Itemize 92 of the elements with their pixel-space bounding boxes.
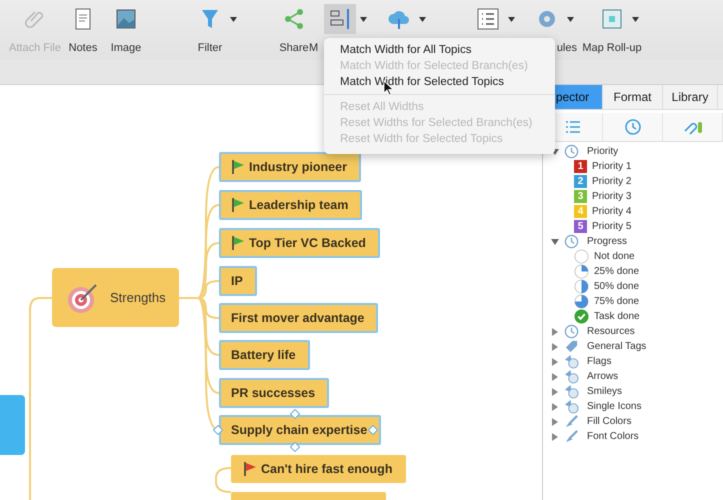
markers-tab[interactable]: [603, 113, 663, 141]
group-label[interactable]: Priority: [587, 146, 618, 157]
stack-icon: [564, 399, 579, 414]
connector-line: [215, 467, 232, 493]
stack-icon: [564, 384, 579, 399]
topic-node[interactable]: Can't hire fast enough: [231, 455, 406, 483]
topic-node[interactable]: Supply chain expertise: [219, 415, 382, 445]
marker-label[interactable]: 25% done: [594, 266, 640, 277]
resize-handle[interactable]: [368, 425, 378, 435]
list-icon: [564, 120, 580, 134]
share-icon: [282, 7, 306, 31]
priority-badge: 5: [574, 220, 587, 233]
marker-label[interactable]: Priority 1: [592, 161, 632, 172]
disclosure-triangle[interactable]: [551, 342, 559, 350]
caret-icon[interactable]: [419, 17, 426, 22]
progress-pie-icon: [574, 279, 589, 294]
stack-icon: [564, 354, 579, 369]
disclosure-triangle[interactable]: [551, 388, 559, 396]
priority-badge: 3: [574, 190, 587, 203]
group-label[interactable]: Arrows: [587, 371, 618, 382]
group-label[interactable]: Fill Colors: [587, 416, 632, 427]
group-label[interactable]: Flags: [587, 356, 612, 367]
toolbar-label: Share: [279, 42, 309, 54]
group-label[interactable]: Smileys: [587, 386, 622, 397]
toolbar-button[interactable]: [324, 4, 356, 34]
roll-up-icon: [600, 7, 624, 31]
marker-label[interactable]: 50% done: [594, 281, 640, 292]
marker-label[interactable]: Priority 4: [592, 206, 632, 217]
clock-icon: [624, 118, 642, 136]
disclosure-triangle[interactable]: [551, 238, 559, 246]
link-icon: [682, 119, 704, 135]
toolbar-label: Notes: [68, 42, 98, 54]
clock-icon: [564, 144, 579, 159]
marker-label[interactable]: Priority 5: [592, 221, 632, 232]
priority-badge: 1: [574, 160, 587, 173]
disclosure-triangle[interactable]: [551, 402, 559, 410]
topic-node[interactable]: IP: [219, 266, 257, 296]
progress-pie-icon: [574, 249, 589, 264]
stack-icon: [564, 369, 579, 384]
group-label[interactable]: Font Colors: [587, 431, 639, 442]
toolbar-label: ules: [556, 42, 577, 54]
tag-icon: [564, 339, 579, 354]
topic-node[interactable]: First mover advantage: [219, 303, 378, 333]
group-label[interactable]: Progress: [587, 236, 628, 247]
marker-label[interactable]: Task done: [594, 311, 640, 322]
topic-node[interactable]: PR successes: [219, 378, 330, 408]
list-icon: [476, 7, 500, 31]
topic-node[interactable]: Battery life: [219, 340, 310, 370]
toolbar-label: Attach File: [9, 42, 61, 54]
topic-node[interactable]: Industry pioneer: [219, 152, 361, 182]
marker-label[interactable]: Priority 2: [592, 176, 632, 187]
checkmark-icon: [574, 309, 589, 324]
marker-label[interactable]: 75% done: [594, 296, 640, 307]
brush-icon: [564, 429, 579, 444]
toolbar-label: Filter: [198, 42, 222, 54]
toolbar-label: M: [309, 42, 318, 54]
disclosure-triangle[interactable]: [551, 432, 559, 440]
inspector-tab[interactable]: Format: [603, 85, 663, 109]
topic-node[interactable]: [0, 395, 25, 455]
inspector-tab[interactable]: Library: [663, 85, 718, 109]
progress-pie-icon: [574, 294, 589, 309]
resize-handle[interactable]: [213, 425, 223, 435]
marker-label[interactable]: Not done: [594, 251, 635, 262]
caret-icon[interactable]: [567, 17, 574, 22]
caret-icon[interactable]: [230, 17, 237, 22]
disclosure-triangle[interactable]: [551, 328, 559, 336]
group-label[interactable]: Single Icons: [587, 401, 642, 412]
match-width-icon: [328, 7, 352, 31]
caret-icon[interactable]: [632, 17, 639, 22]
group-label[interactable]: Resources: [587, 326, 635, 337]
group-label[interactable]: General Tags: [587, 341, 646, 352]
clock-icon: [564, 324, 579, 339]
toolbar-label: Image: [110, 42, 142, 54]
menu-item[interactable]: Match Width for All Topics: [324, 42, 555, 58]
image-icon: [114, 7, 138, 31]
marker-label[interactable]: Priority 3: [592, 191, 632, 202]
central-topic[interactable]: Strengths: [52, 268, 179, 327]
priority-badge: 4: [574, 205, 587, 218]
progress-pie-icon: [574, 264, 589, 279]
topic-node[interactable]: Top Tier VC Backed: [219, 228, 380, 258]
toolbar-label: Map Roll-up: [582, 42, 642, 54]
disclosure-triangle[interactable]: [551, 372, 559, 380]
brush-icon: [564, 414, 579, 429]
caret-icon[interactable]: [508, 17, 515, 22]
disclosure-triangle[interactable]: [551, 418, 559, 426]
resize-handle[interactable]: [290, 442, 300, 452]
topic-node[interactable]: Leadership team: [219, 190, 362, 220]
links-tab[interactable]: [663, 113, 723, 141]
caret-icon[interactable]: [360, 17, 367, 22]
clock-icon: [564, 234, 579, 249]
priority-badge: 2: [574, 175, 587, 188]
disclosure-triangle[interactable]: [551, 358, 559, 366]
